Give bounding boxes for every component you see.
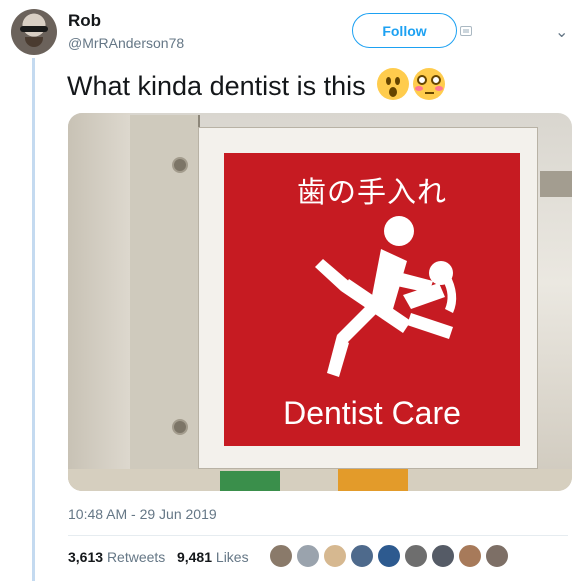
pictogram-icon: [315, 216, 457, 377]
author-avatar[interactable]: [11, 9, 57, 55]
sign-english-text: Dentist Care: [283, 395, 461, 431]
avatar-beard: [25, 37, 43, 47]
liker-avatars: [269, 544, 509, 568]
retweets-label[interactable]: Retweets: [107, 549, 165, 565]
liker-avatar[interactable]: [458, 544, 482, 568]
reply-thread-line: [32, 58, 35, 581]
follow-button[interactable]: Follow: [352, 13, 457, 48]
liker-avatar[interactable]: [485, 544, 509, 568]
liker-avatar[interactable]: [350, 544, 374, 568]
liker-avatar[interactable]: [269, 544, 293, 568]
sign-bracket: [130, 115, 200, 475]
tweet-photo[interactable]: 歯の手入れ Dentist Care: [68, 113, 572, 491]
stats-divider: [68, 535, 568, 536]
flushed-face-icon: [413, 68, 446, 100]
bolt-icon: [172, 157, 188, 173]
author-handle[interactable]: @MrRAnderson78: [68, 35, 184, 51]
tweet-timestamp[interactable]: 10:48 AM - 29 Jun 2019: [68, 506, 217, 522]
avatar-glasses: [20, 26, 48, 32]
retweets-count[interactable]: 3,613: [68, 549, 103, 565]
chevron-down-icon[interactable]: ⌄: [555, 22, 568, 42]
liker-avatar[interactable]: [377, 544, 401, 568]
tweet-text-content: What kinda dentist is this: [67, 71, 366, 101]
tweet-text: What kinda dentist is this: [67, 68, 446, 102]
photo-background-orange-panel: [338, 469, 408, 491]
bolt-icon: [172, 419, 188, 435]
photo-background-strip: [68, 469, 572, 491]
liker-avatar[interactable]: [404, 544, 428, 568]
photo-background-green-sign: [220, 471, 280, 491]
liker-avatar[interactable]: [323, 544, 347, 568]
tweet-stats: 3,613 Retweets 9,481 Likes: [68, 549, 249, 565]
user-card-icon: [460, 26, 472, 36]
liker-avatar[interactable]: [296, 544, 320, 568]
likes-label[interactable]: Likes: [216, 549, 249, 565]
photo-background-shelf: [540, 171, 572, 197]
author-name[interactable]: Rob: [68, 11, 101, 31]
liker-avatar[interactable]: [431, 544, 455, 568]
likes-count[interactable]: 9,481: [177, 549, 212, 565]
face-with-open-mouth-icon: [377, 68, 410, 100]
sign-japanese-text: 歯の手入れ: [296, 177, 447, 209]
photo-wall: [68, 113, 130, 491]
